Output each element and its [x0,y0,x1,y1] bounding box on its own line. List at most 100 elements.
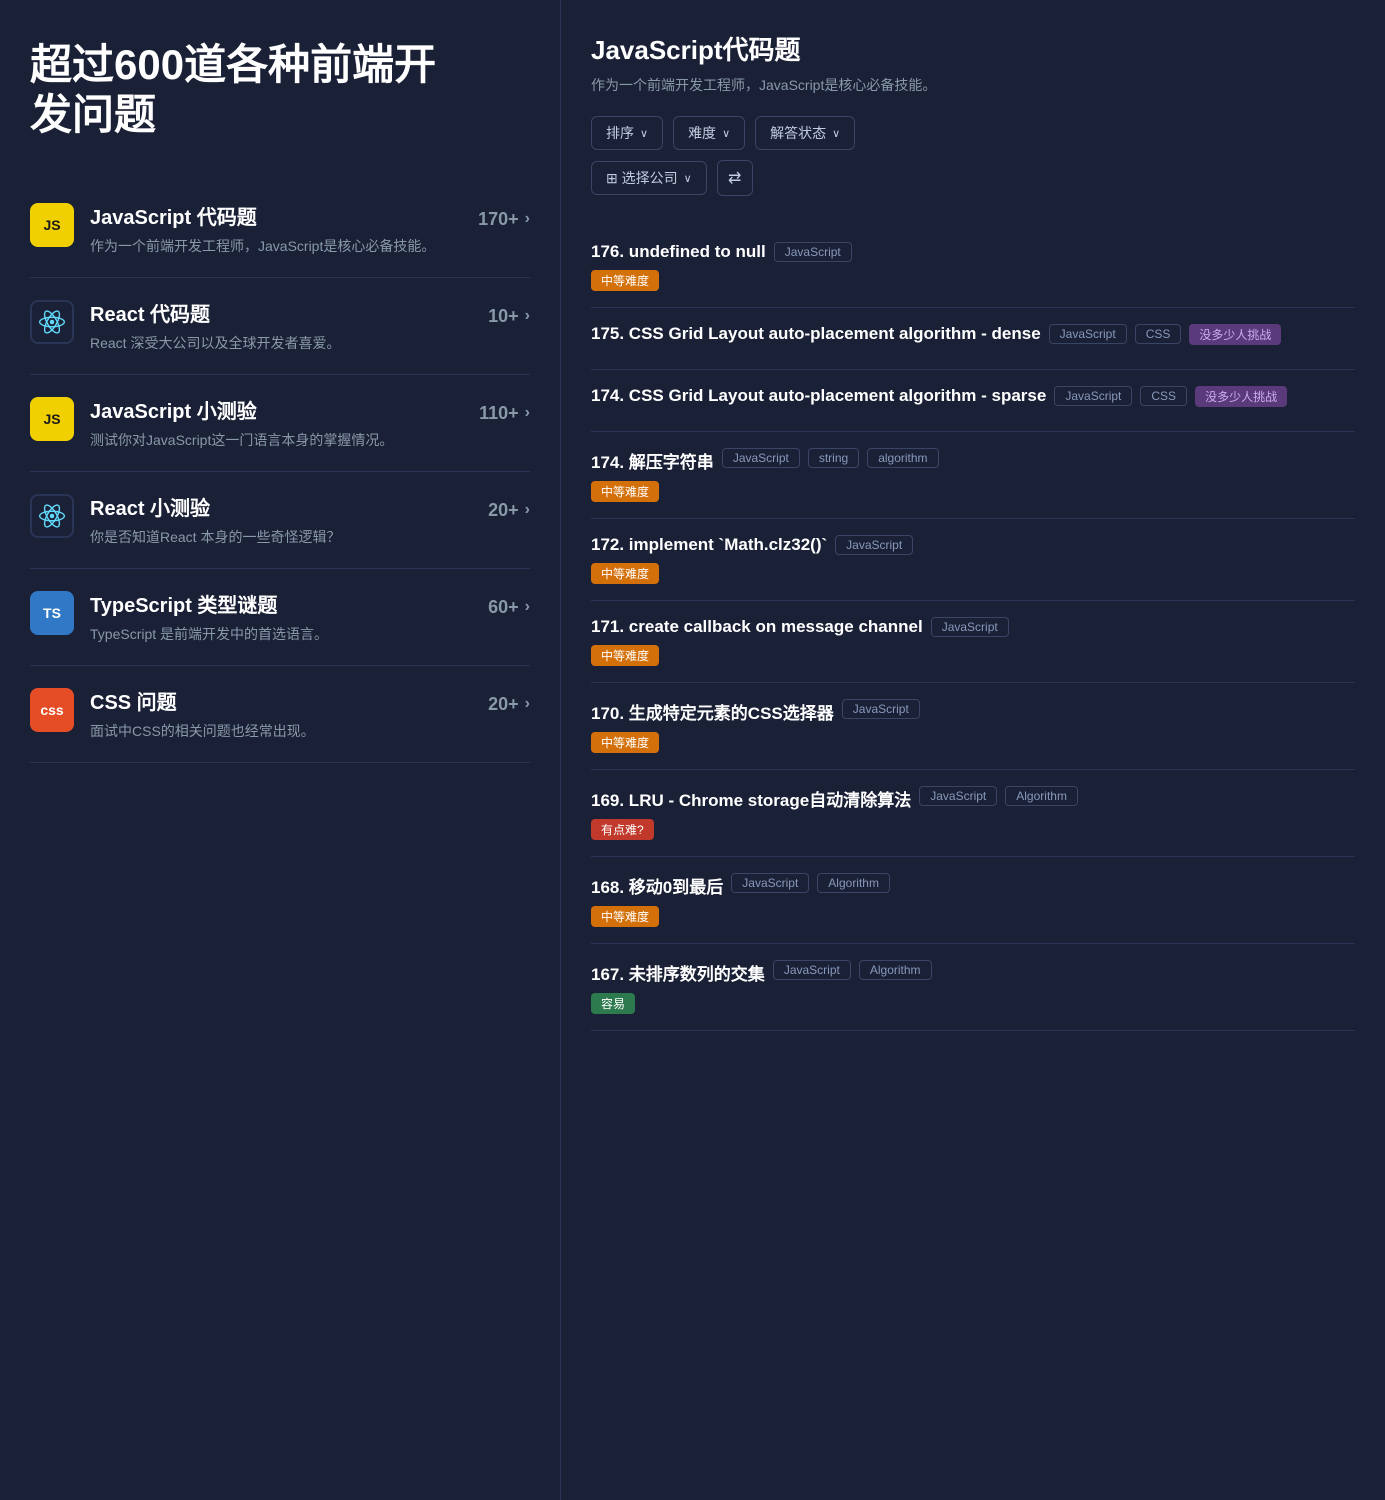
question-title: 171. create callback on message channel [591,617,923,637]
category-content: TypeScript 类型谜题 TypeScript 是前端开发中的首选语言。 [90,589,472,645]
category-card-css-problem[interactable]: css CSS 问题 面试中CSS的相关问题也经常出现。 20+ › [30,666,530,763]
category-icon: JS [30,397,74,441]
count-arrow-icon: › [525,501,530,519]
status-chevron-icon: ∨ [832,127,840,140]
count-arrow-icon: › [525,598,530,616]
category-desc: TypeScript 是前端开发中的首选语言。 [90,624,472,645]
category-count: 20+ › [488,500,530,521]
company-label: ⊞ 选择公司 [606,168,678,188]
question-title-row: 169. LRU - Chrome storage自动清除算法 JavaScri… [591,786,1355,811]
question-item[interactable]: 172. implement `Math.clz32()` JavaScript… [591,519,1355,601]
status-filter[interactable]: 解答状态 ∨ [755,116,855,150]
category-card-js-quiz[interactable]: JS JavaScript 小测验 测试你对JavaScript这一门语言本身的… [30,375,530,472]
sort-label: 排序 [606,123,634,143]
category-desc: 测试你对JavaScript这一门语言本身的掌握情况。 [90,430,463,451]
category-list: JS JavaScript 代码题 作为一个前端开发工程师，JavaScript… [30,181,530,763]
question-tags-row: 容易 [591,993,1355,1014]
question-item[interactable]: 170. 生成特定元素的CSS选择器 JavaScript 中等难度 [591,683,1355,770]
question-tag: JavaScript [731,873,809,893]
question-title-row: 167. 未排序数列的交集 JavaScript Algorithm [591,960,1355,985]
question-tag: JavaScript [1054,386,1132,406]
question-title: 169. LRU - Chrome storage自动清除算法 [591,786,911,811]
category-icon: TS [30,591,74,635]
question-item[interactable]: 174. CSS Grid Layout auto-placement algo… [591,370,1355,432]
question-tags-row: 中等难度 [591,732,1355,753]
category-count: 110+ › [479,403,530,424]
left-panel: 超过600道各种前端开 发问题 JS JavaScript 代码题 作为一个前端… [0,0,560,1500]
count-value: 110+ [479,403,519,424]
sort-filter[interactable]: 排序 ∨ [591,116,663,150]
question-title: 167. 未排序数列的交集 [591,960,765,985]
question-item[interactable]: 169. LRU - Chrome storage自动清除算法 JavaScri… [591,770,1355,857]
question-title-row: 176. undefined to null JavaScript [591,242,1355,262]
category-content: React 代码题 React 深受大公司以及全球开发者喜爱。 [90,298,472,354]
question-title: 175. CSS Grid Layout auto-placement algo… [591,324,1041,344]
question-title-row: 168. 移动0到最后 JavaScript Algorithm [591,873,1355,898]
question-difficulty-tag: 中等难度 [591,563,659,584]
category-card-react-code[interactable]: React 代码题 React 深受大公司以及全球开发者喜爱。 10+ › [30,278,530,375]
category-desc: 作为一个前端开发工程师，JavaScript是核心必备技能。 [90,236,462,257]
count-arrow-icon: › [525,404,530,422]
question-tags-row: 中等难度 [591,906,1355,927]
category-count: 60+ › [488,597,530,618]
question-item[interactable]: 176. undefined to null JavaScript 中等难度 [591,226,1355,308]
category-card-ts-puzzle[interactable]: TS TypeScript 类型谜题 TypeScript 是前端开发中的首选语… [30,569,530,666]
question-title: 174. CSS Grid Layout auto-placement algo… [591,386,1046,406]
question-item[interactable]: 168. 移动0到最后 JavaScript Algorithm 中等难度 [591,857,1355,944]
filter-row-2: ⊞ 选择公司 ∨ ⇄ [591,160,1355,196]
category-card-js-code[interactable]: JS JavaScript 代码题 作为一个前端开发工程师，JavaScript… [30,181,530,278]
question-item[interactable]: 167. 未排序数列的交集 JavaScript Algorithm 容易 [591,944,1355,1031]
category-count: 10+ › [488,306,530,327]
category-title: React 代码题 [90,298,472,327]
company-filter[interactable]: ⊞ 选择公司 ∨ [591,161,707,195]
question-title: 170. 生成特定元素的CSS选择器 [591,699,834,724]
question-tag: JavaScript [722,448,800,468]
question-title: 168. 移动0到最后 [591,873,723,898]
category-icon [30,300,74,344]
category-card-react-quiz[interactable]: React 小测验 你是否知道React 本身的一些奇怪逻辑？ 20+ › [30,472,530,569]
question-tags-row: 中等难度 [591,645,1355,666]
question-tag: string [808,448,859,468]
difficulty-filter[interactable]: 难度 ∨ [673,116,745,150]
shuffle-button[interactable]: ⇄ [717,160,753,196]
status-label: 解答状态 [770,123,826,143]
category-title: JavaScript 小测验 [90,395,463,424]
question-item[interactable]: 174. 解压字符串 JavaScriptstringalgorithm 中等难… [591,432,1355,519]
question-difficulty-tag: 容易 [591,993,635,1014]
right-panel: JavaScript代码题 作为一个前端开发工程师，JavaScript是核心必… [560,0,1385,1500]
question-tag: JavaScript [773,960,851,980]
category-title: TypeScript 类型谜题 [90,589,472,618]
question-difficulty-tag: 中等难度 [591,732,659,753]
question-tag: 没多少人挑战 [1189,324,1281,345]
question-tag: Algorithm [859,960,932,980]
question-tag: Algorithm [817,873,890,893]
count-arrow-icon: › [525,210,530,228]
category-icon: JS [30,203,74,247]
right-panel-desc: 作为一个前端开发工程师，JavaScript是核心必备技能。 [591,75,1355,96]
count-arrow-icon: › [525,307,530,325]
question-tag: JavaScript [835,535,913,555]
category-desc: 你是否知道React 本身的一些奇怪逻辑？ [90,527,472,548]
difficulty-chevron-icon: ∨ [722,127,730,140]
question-item[interactable]: 175. CSS Grid Layout auto-placement algo… [591,308,1355,370]
question-difficulty-tag: 中等难度 [591,645,659,666]
count-arrow-icon: › [525,695,530,713]
question-difficulty-tag: 中等难度 [591,906,659,927]
question-title: 176. undefined to null [591,242,766,262]
main-title: 超过600道各种前端开 发问题 [30,40,530,141]
category-desc: 面试中CSS的相关问题也经常出现。 [90,721,472,742]
question-tag: Algorithm [1005,786,1078,806]
question-title-row: 170. 生成特定元素的CSS选择器 JavaScript [591,699,1355,724]
company-chevron-icon: ∨ [684,172,692,185]
category-desc: React 深受大公司以及全球开发者喜爱。 [90,333,472,354]
category-count: 20+ › [488,694,530,715]
question-tag: CSS [1140,386,1187,406]
question-tags-row: 中等难度 [591,270,1355,291]
question-item[interactable]: 171. create callback on message channel … [591,601,1355,683]
sort-chevron-icon: ∨ [640,127,648,140]
category-content: JavaScript 小测验 测试你对JavaScript这一门语言本身的掌握情… [90,395,463,451]
question-tag: JavaScript [774,242,852,262]
category-title: CSS 问题 [90,686,472,715]
question-title-row: 175. CSS Grid Layout auto-placement algo… [591,324,1355,345]
question-tags-row: 中等难度 [591,563,1355,584]
